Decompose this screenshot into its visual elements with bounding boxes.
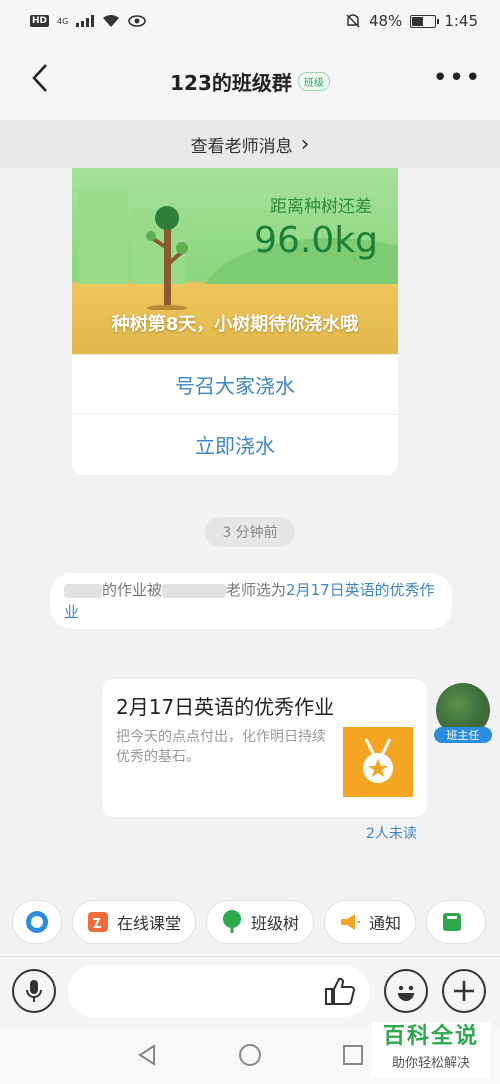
hd-icon: HD: [30, 15, 50, 27]
class-badge: 班级: [297, 71, 330, 91]
tree-banner[interactable]: 距离种树还差 96.0kg 种树第8天，小树期待你浇水哦: [72, 168, 398, 354]
emoji-button[interactable]: [384, 969, 428, 1013]
voice-button[interactable]: [12, 969, 56, 1013]
chevron-right-icon: ›: [300, 131, 310, 157]
megaphone-icon: [341, 914, 361, 930]
more-button[interactable]: •••: [432, 58, 482, 98]
input-bar: [0, 956, 500, 1026]
bg-building: [78, 188, 128, 288]
blurred-name: [64, 583, 102, 598]
tree-icon: [223, 910, 242, 933]
like-button[interactable]: [322, 973, 358, 1009]
tool-label: 班级树: [251, 914, 300, 933]
tool-class-tree[interactable]: 班级树: [206, 900, 315, 944]
tree-icon: [146, 206, 188, 310]
add-button[interactable]: [442, 969, 486, 1013]
tool-online-class[interactable]: 在线课堂: [72, 900, 197, 944]
watermark-subtitle: 助你轻松解决: [391, 1056, 470, 1071]
eye-icon: [128, 15, 147, 27]
teacher-messages-label: 查看老师消息: [190, 136, 293, 157]
book-icon: [443, 913, 462, 931]
smile-icon: [398, 985, 414, 1001]
notice-part2: 老师选为: [226, 581, 287, 599]
status-bar: HD 4G 48% 1:45: [0, 0, 500, 42]
battery-percent: 48%: [368, 12, 403, 30]
assistant-icon: [26, 911, 48, 933]
timestamp-chip: 3 分钟前: [205, 517, 295, 547]
microphone-icon: [26, 980, 42, 1002]
homework-description: 把今天的点点付出，化作明日持续优秀的基石。: [116, 729, 326, 765]
nav-back-icon[interactable]: [136, 1044, 158, 1066]
medal-icon: [363, 738, 393, 783]
battery-icon: [410, 14, 440, 28]
mute-bell-icon: [346, 14, 360, 28]
online-class-icon: [88, 912, 108, 932]
back-button[interactable]: [20, 58, 60, 98]
class-tree-card: 距离种树还差 96.0kg 种树第8天，小树期待你浇水哦 号召大家浇水 立即浇水: [72, 168, 398, 475]
role-badge: 班主任: [434, 727, 492, 743]
nav-home-icon[interactable]: [238, 1043, 262, 1067]
unread-count[interactable]: 2人未读: [366, 823, 417, 843]
network-label: 4G: [57, 16, 69, 26]
view-teacher-messages-link[interactable]: 查看老师消息 ›: [0, 120, 500, 168]
wifi-icon: [103, 14, 120, 27]
thumbs-up-icon: [325, 977, 356, 1005]
assistant-button[interactable]: [12, 900, 62, 944]
blurred-name: [162, 583, 227, 598]
tool-notice[interactable]: 通知: [324, 900, 417, 944]
system-notice: 的作业被 老师选为2月17日英语的优秀作业: [50, 573, 452, 629]
chat-header: 123的班级群 班级 •••: [0, 42, 500, 120]
tool-label: 在线课堂: [117, 914, 182, 933]
page-title: 123的班级群: [170, 70, 292, 95]
distance-value: 96.0kg: [254, 220, 378, 261]
more-dots-icon: •••: [432, 63, 482, 93]
plus-icon: [454, 981, 474, 1001]
clock: 1:45: [444, 12, 478, 30]
medal-thumbnail: [343, 727, 413, 797]
homework-title: 2月17日英语的优秀作业: [116, 695, 335, 719]
chevron-left-icon: [32, 64, 47, 92]
tree-caption: 种树第8天，小树期待你浇水哦: [111, 314, 359, 335]
homework-message-card[interactable]: 2月17日英语的优秀作业 把今天的点点付出，化作明日持续优秀的基石。: [102, 679, 427, 817]
distance-label: 距离种树还差: [270, 197, 372, 217]
nav-recents-icon[interactable]: [342, 1044, 364, 1066]
watermark: 百科全说 助你轻松解决: [372, 1022, 490, 1078]
quick-tools-bar: 在线课堂 班级树 通知: [0, 900, 500, 946]
status-right: 48% 1:45: [345, 12, 478, 30]
water-now-button[interactable]: 立即浇水: [72, 414, 398, 474]
call-everyone-water-button[interactable]: 号召大家浇水: [72, 354, 398, 414]
signal-icon: [76, 15, 95, 27]
notice-part1: 的作业被: [102, 581, 163, 599]
watermark-title: 百科全说: [382, 1024, 479, 1049]
title-wrap: 123的班级群 班级: [170, 67, 330, 96]
status-left: HD 4G: [30, 14, 147, 28]
tool-label: 通知: [369, 914, 402, 933]
tool-more[interactable]: [426, 900, 487, 944]
